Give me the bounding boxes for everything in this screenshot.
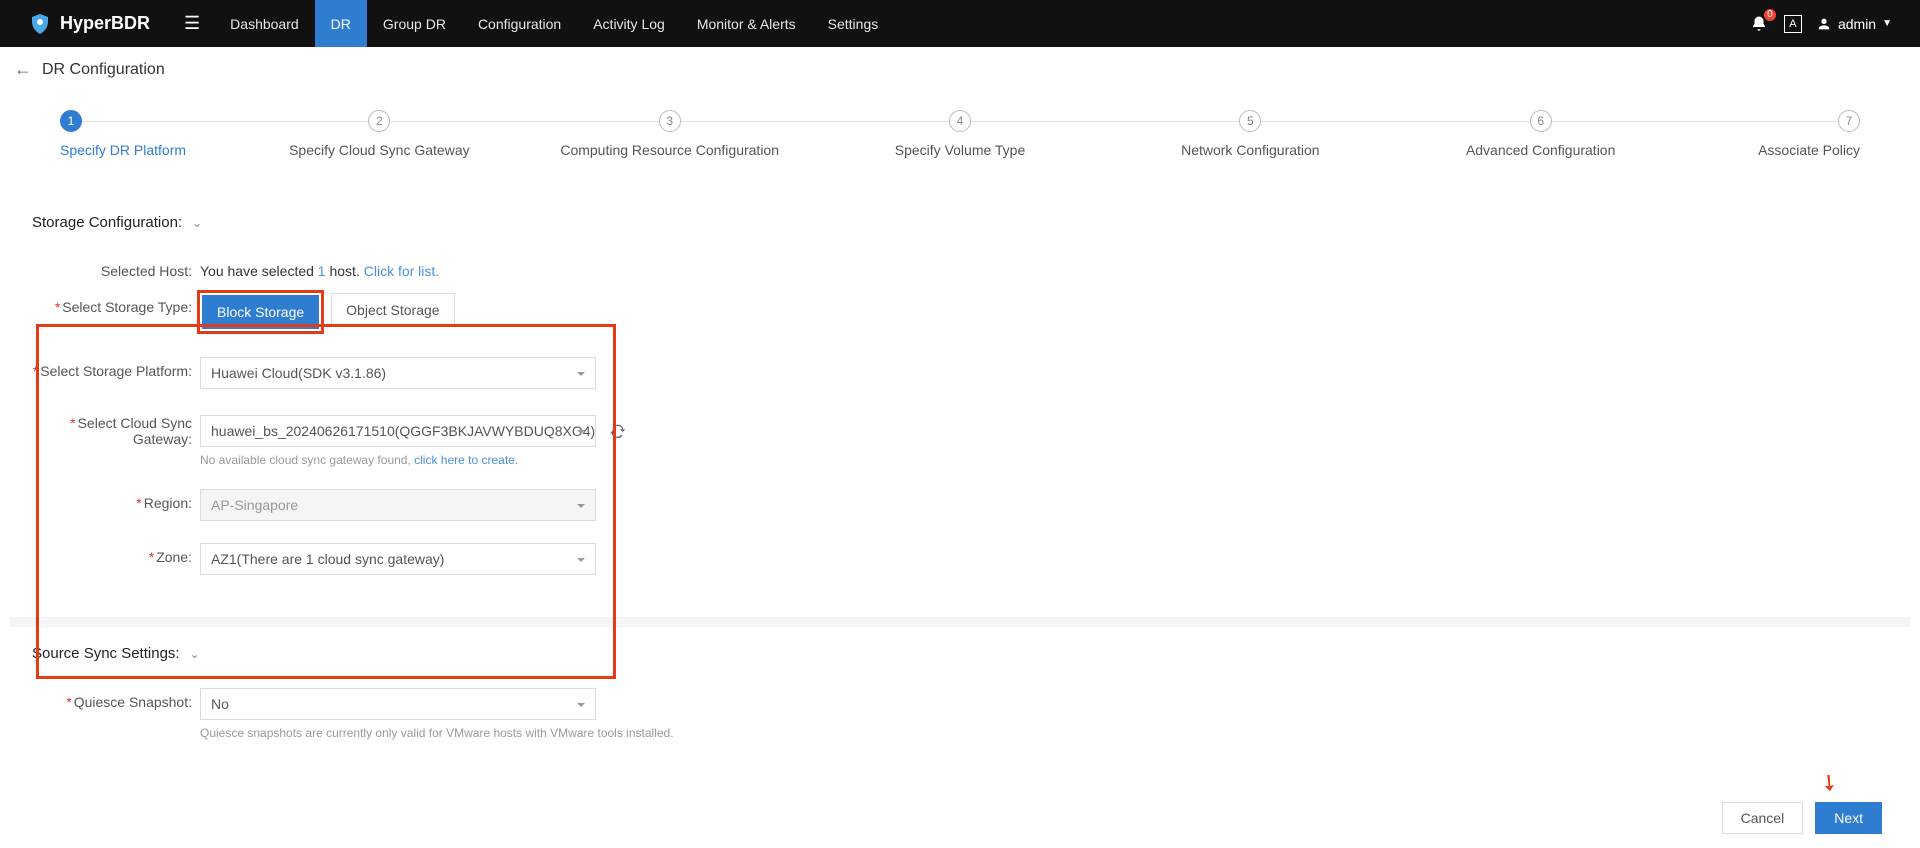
cloud-sync-gateway-select[interactable]: huawei_bs_20240626171510(QGGF3BKJAVWYBDU…	[200, 415, 596, 447]
wizard-stepper: 1 Specify DR Platform 2 Specify Cloud Sy…	[60, 110, 1860, 168]
select-storage-type-label: *Select Storage Type:	[32, 293, 200, 315]
chevron-down-icon: ⌄	[192, 216, 202, 230]
user-name: admin	[1838, 16, 1876, 32]
user-menu[interactable]: admin ▼	[1816, 16, 1892, 32]
cancel-button[interactable]: Cancel	[1722, 802, 1804, 834]
region-select: AP-Singapore	[200, 489, 596, 521]
click-for-list-link[interactable]: Click for list.	[364, 263, 439, 279]
nav-dr[interactable]: DR	[315, 0, 367, 47]
step-4[interactable]: 4 Specify Volume Type	[815, 110, 1105, 158]
notifications-icon[interactable]: 0	[1748, 13, 1770, 35]
step-1[interactable]: 1 Specify DR Platform	[60, 110, 234, 158]
quiesce-snapshot-select[interactable]: No	[200, 688, 596, 720]
nav-configuration[interactable]: Configuration	[462, 0, 577, 47]
wizard-footer: ➘ Cancel Next	[0, 782, 1920, 848]
brand-text: HyperBDR	[60, 13, 150, 34]
selected-host-label: Selected Host:	[32, 257, 200, 279]
menu-toggle-icon[interactable]: ☰	[170, 13, 214, 34]
region-label: *Region:	[32, 489, 200, 511]
step-6[interactable]: 6 Advanced Configuration	[1396, 110, 1686, 158]
source-sync-toggle[interactable]: Source Sync Settings: ⌄	[32, 645, 200, 662]
shield-icon	[28, 12, 52, 36]
nav-activity-log[interactable]: Activity Log	[577, 0, 681, 47]
chevron-down-icon: ⌄	[190, 647, 200, 661]
brand-logo: HyperBDR	[0, 12, 170, 36]
nav-group-dr[interactable]: Group DR	[367, 0, 462, 47]
nav-settings[interactable]: Settings	[812, 0, 895, 47]
step-5[interactable]: 5 Network Configuration	[1105, 110, 1395, 158]
nav-monitor-alerts[interactable]: Monitor & Alerts	[681, 0, 812, 47]
source-sync-settings-panel: Source Sync Settings: ⌄ *Quiesce Snapsho…	[10, 627, 1910, 770]
step-7[interactable]: 7 Associate Policy	[1686, 110, 1860, 158]
annotation-arrow-icon: ➘	[1813, 767, 1844, 799]
back-arrow-icon[interactable]: ←	[14, 59, 32, 80]
step-2[interactable]: 2 Specify Cloud Sync Gateway	[234, 110, 524, 158]
user-icon	[1816, 16, 1832, 32]
object-storage-button[interactable]: Object Storage	[331, 293, 454, 327]
storage-config-toggle[interactable]: Storage Configuration: ⌄	[32, 214, 202, 231]
notifications-badge: 0	[1764, 9, 1776, 21]
refresh-icon[interactable]	[610, 422, 626, 441]
block-storage-button[interactable]: Block Storage	[202, 295, 319, 329]
zone-select[interactable]: AZ1(There are 1 cloud sync gateway)	[200, 543, 596, 575]
page-title: DR Configuration	[42, 61, 165, 79]
language-icon[interactable]: A	[1784, 15, 1802, 33]
next-button[interactable]: Next	[1815, 802, 1882, 834]
nav-dashboard[interactable]: Dashboard	[214, 0, 315, 47]
create-gateway-link[interactable]: click here to create.	[414, 453, 518, 467]
gateway-hint: No available cloud sync gateway found, c…	[200, 453, 626, 467]
storage-type-highlight: Block Storage	[200, 293, 321, 331]
select-storage-platform-label: *Select Storage Platform:	[32, 357, 200, 379]
page-heading: ← DR Configuration	[0, 47, 1920, 92]
storage-platform-select[interactable]: Huawei Cloud(SDK v3.1.86)	[200, 357, 596, 389]
selected-host-text: You have selected 1 host. Click for list…	[200, 257, 439, 279]
top-nav: HyperBDR ☰ Dashboard DR Group DR Configu…	[0, 0, 1920, 47]
nav-items: Dashboard DR Group DR Configuration Acti…	[214, 0, 894, 47]
quiesce-snapshot-label: *Quiesce Snapshot:	[32, 688, 200, 710]
select-cloud-sync-gateway-label: *Select Cloud Sync Gateway:	[32, 415, 200, 447]
chevron-down-icon: ▼	[1882, 18, 1892, 29]
zone-label: *Zone:	[32, 543, 200, 565]
quiesce-hint: Quiesce snapshots are currently only val…	[200, 726, 674, 740]
step-3[interactable]: 3 Computing Resource Configuration	[525, 110, 815, 158]
storage-configuration-panel: Storage Configuration: ⌄ Selected Host: …	[10, 196, 1910, 605]
